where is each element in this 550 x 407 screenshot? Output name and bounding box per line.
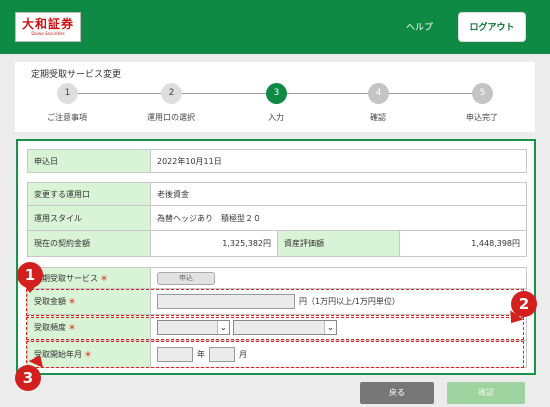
account-label: 変更する運用口 bbox=[28, 183, 151, 205]
application-date-label: 申込日 bbox=[28, 150, 151, 172]
annotation-marker-3: 3 bbox=[15, 365, 41, 391]
annotation-marker-2: 2 bbox=[511, 291, 537, 317]
highlight-amount bbox=[26, 289, 524, 316]
account-value: 老後資金 bbox=[151, 183, 526, 205]
row-service: 定期受取サービス ＊ 申込 bbox=[27, 267, 527, 289]
step-3-circle: 3 bbox=[266, 83, 287, 104]
service-cell: 申込 bbox=[151, 268, 526, 288]
step-3-label: 入力 bbox=[268, 113, 284, 122]
logout-button[interactable]: ログアウト bbox=[458, 12, 526, 42]
service-label: 定期受取サービス ＊ bbox=[28, 268, 151, 288]
annotation-marker-1: 1 bbox=[17, 262, 43, 288]
step-2-label: 運用口の選択 bbox=[147, 113, 195, 122]
application-date-value: 2022年10月11日 bbox=[151, 150, 526, 172]
row-application-date: 申込日 2022年10月11日 bbox=[27, 149, 527, 173]
step-4-label: 確認 bbox=[370, 113, 386, 122]
service-label-text: 定期受取サービス bbox=[34, 273, 98, 283]
eval-label: 資産評価額 bbox=[277, 231, 400, 256]
row-style: 運用スタイル 為替ヘッジあり 積極型２０ bbox=[27, 206, 527, 231]
logo-subtext: Daiwa Securities bbox=[31, 31, 65, 36]
logo-text: 大和証券 bbox=[21, 17, 74, 31]
eval-value: 1,448,398円 bbox=[400, 231, 526, 256]
step-2-circle: 2 bbox=[161, 83, 182, 104]
row-contract: 現在の契約金額 1,325,382円 資産評価額 1,448,398円 bbox=[27, 231, 527, 257]
step-5-circle: 5 bbox=[472, 83, 493, 104]
highlight-start-date bbox=[26, 341, 524, 368]
contract-label: 現在の契約金額 bbox=[28, 231, 151, 256]
step-1-label: ご注意事項 bbox=[47, 113, 87, 122]
back-button[interactable]: 戻る bbox=[360, 382, 434, 404]
style-label: 運用スタイル bbox=[28, 206, 151, 230]
required-mark: ＊ bbox=[100, 273, 108, 283]
step-4-circle: 4 bbox=[368, 83, 389, 104]
step-5-label: 申込完了 bbox=[466, 113, 498, 122]
step-1-circle: 1 bbox=[57, 83, 78, 104]
page-title: 定期受取サービス変更 bbox=[31, 70, 122, 80]
confirm-button[interactable]: 確認 bbox=[447, 382, 525, 404]
style-value: 為替ヘッジあり 積極型２０ bbox=[151, 206, 526, 230]
row-account: 変更する運用口 老後資金 bbox=[27, 182, 527, 206]
daiwa-logo[interactable]: 大和証券 Daiwa Securities bbox=[15, 12, 81, 42]
highlight-frequency bbox=[26, 317, 524, 340]
apply-button[interactable]: 申込 bbox=[157, 271, 215, 285]
help-link[interactable]: ヘルプ bbox=[406, 20, 433, 33]
contract-value: 1,325,382円 bbox=[151, 231, 277, 256]
progress-stepper: 定期受取サービス変更 1 2 3 4 5 ご注意事項 運用口の選択 入力 確認 … bbox=[15, 62, 535, 132]
header-bar: 大和証券 Daiwa Securities ヘルプ ログアウト bbox=[0, 0, 550, 54]
